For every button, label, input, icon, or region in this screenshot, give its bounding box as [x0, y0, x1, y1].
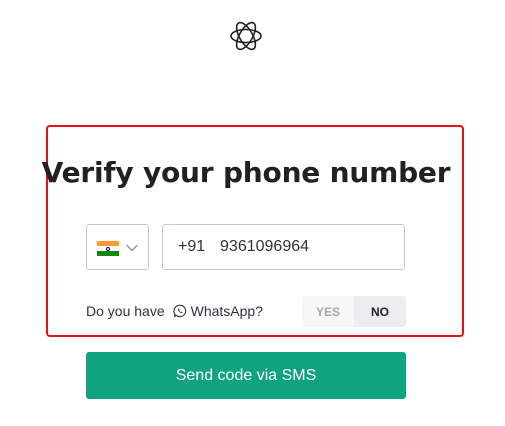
- whatsapp-no-button[interactable]: NO: [354, 296, 406, 327]
- whatsapp-label: WhatsApp?: [190, 303, 263, 319]
- phone-number-input[interactable]: [162, 224, 405, 270]
- country-code-select[interactable]: [86, 224, 149, 270]
- whatsapp-question-text: Do you have: [86, 303, 165, 319]
- india-flag-icon: [97, 241, 119, 256]
- openai-logo-icon: [230, 21, 262, 51]
- whatsapp-yes-button[interactable]: YES: [302, 296, 354, 327]
- page-title: Verify your phone number: [41, 156, 451, 189]
- whatsapp-icon: [173, 304, 186, 318]
- chevron-down-icon: [126, 244, 138, 252]
- send-code-button[interactable]: Send code via SMS: [86, 352, 406, 399]
- whatsapp-question: Do you have WhatsApp?: [86, 296, 263, 326]
- whatsapp-toggle: YES NO: [302, 296, 406, 327]
- verify-phone-page: Verify your phone number Do you have Wha…: [0, 0, 505, 426]
